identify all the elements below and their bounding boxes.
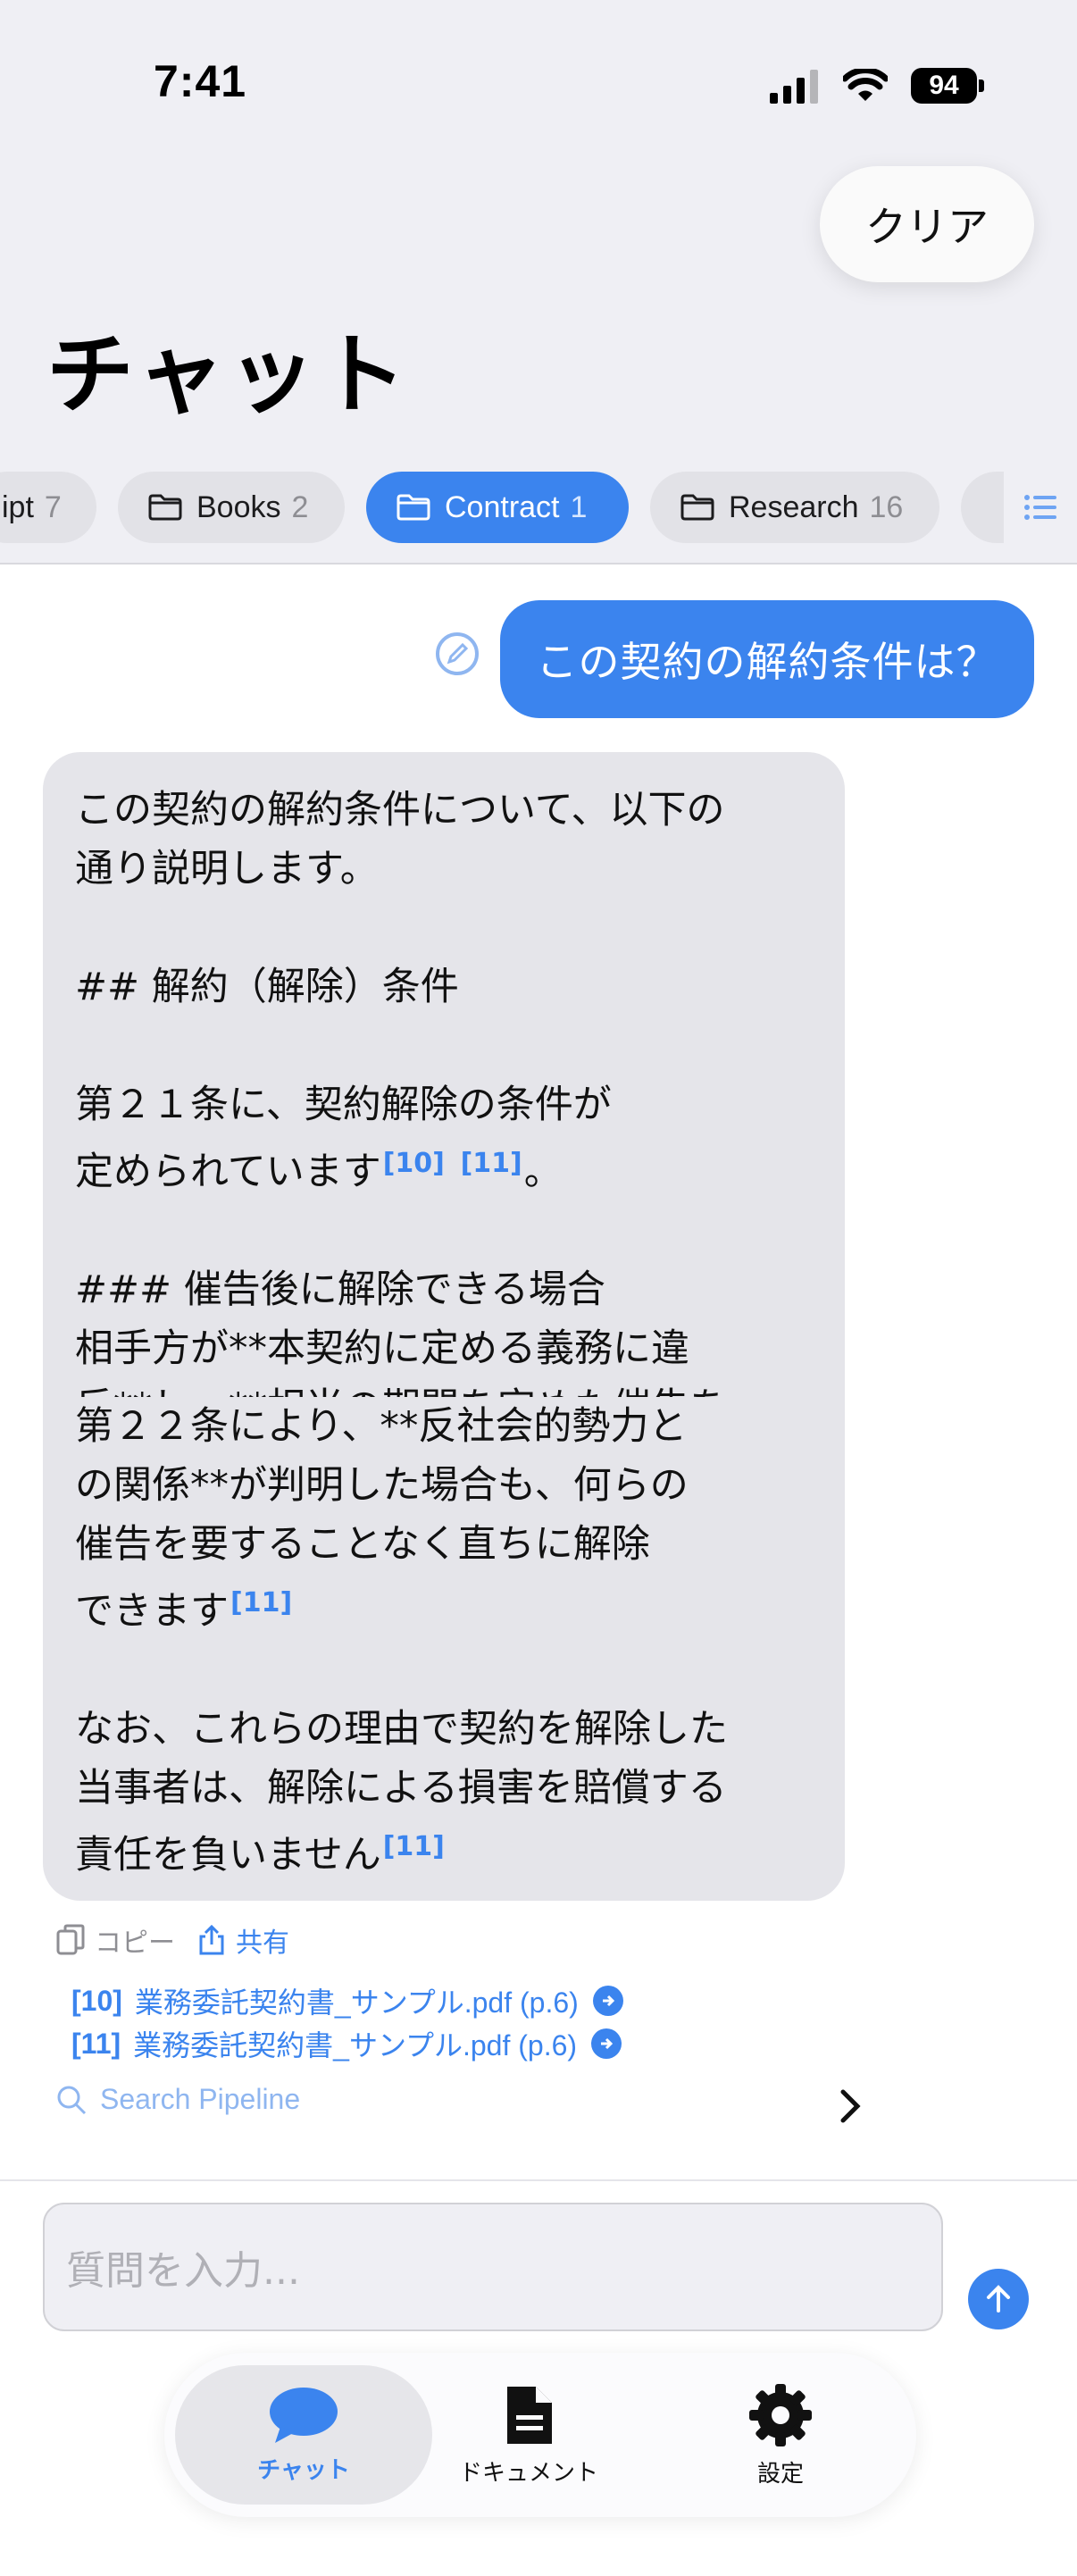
folder-chip-count: 7 bbox=[44, 489, 62, 524]
assistant-message-text-top: この契約の解約条件について、以下の 通り説明します。 ## 解約（解除）条件 第… bbox=[75, 781, 825, 1397]
send-button[interactable] bbox=[968, 2269, 1029, 2329]
tab-label: ドキュメント bbox=[458, 2459, 598, 2487]
edit-message-icon[interactable] bbox=[434, 631, 480, 677]
copy-icon bbox=[56, 1924, 85, 1955]
folder-chip-count: 2 bbox=[291, 489, 309, 524]
chat-bubble-icon bbox=[270, 2387, 338, 2443]
arrow-right-circle-icon bbox=[591, 2028, 622, 2059]
search-pipeline-toggle[interactable]: Search Pipeline bbox=[55, 2083, 300, 2116]
source-label: 業務委託契約書_サンプル.pdf (p.6) bbox=[133, 2029, 578, 2062]
battery-icon: 94 bbox=[911, 68, 977, 104]
status-time: 7:41 bbox=[154, 56, 247, 106]
folder-icon bbox=[680, 494, 714, 521]
folder-chip-contract[interactable]: Contract 1 bbox=[366, 472, 629, 543]
folder-list-button[interactable] bbox=[1004, 472, 1077, 543]
source-number: [11] bbox=[71, 2027, 121, 2060]
status-indicators: 94 bbox=[770, 64, 984, 107]
share-label: 共有 bbox=[236, 1928, 289, 1959]
source-number: [10] bbox=[71, 1984, 122, 2017]
folder-chip-count: 16 bbox=[869, 489, 904, 524]
folder-chip-count: 1 bbox=[570, 489, 588, 524]
share-button[interactable]: 共有 bbox=[196, 1920, 289, 1960]
source-link[interactable]: [10] 業務委託契約書_サンプル.pdf (p.6) bbox=[71, 1979, 623, 2022]
folder-chip-research[interactable]: Research 16 bbox=[650, 472, 939, 543]
source-list: [10] 業務委託契約書_サンプル.pdf (p.6) [11] 業務委託契約書… bbox=[71, 1979, 623, 2065]
tab-label: チャット bbox=[257, 2456, 350, 2484]
folder-chip-label: ipt bbox=[2, 489, 34, 524]
tab-settings[interactable]: 設定 bbox=[666, 2365, 895, 2505]
message-actions: コピー 共有 bbox=[55, 1920, 289, 1960]
page-title: チャット bbox=[46, 324, 411, 426]
citation-link[interactable]: [11] bbox=[230, 1587, 292, 1618]
copy-label: コピー bbox=[95, 1928, 175, 1959]
citation-link[interactable]: [11] bbox=[461, 1148, 522, 1179]
folder-icon bbox=[397, 494, 430, 521]
source-link[interactable]: [11] 業務委託契約書_サンプル.pdf (p.6) bbox=[71, 2022, 623, 2065]
question-input[interactable]: 質問を入力... bbox=[43, 2203, 943, 2331]
copy-button[interactable]: コピー bbox=[55, 1920, 175, 1960]
citation-link[interactable]: [10] bbox=[383, 1148, 445, 1179]
folder-icon bbox=[148, 494, 182, 521]
arrow-right-circle-icon bbox=[592, 1986, 623, 2016]
tab-label: 設定 bbox=[756, 2460, 804, 2488]
document-icon bbox=[507, 2386, 552, 2444]
share-icon bbox=[199, 1924, 224, 1955]
tab-documents[interactable]: ドキュメント bbox=[414, 2365, 643, 2505]
folder-filter-strip[interactable]: ipt 7 Books 2 Contract 1 Research 16 bbox=[0, 472, 1077, 543]
folder-chip-label: Contract bbox=[445, 489, 560, 524]
tab-chat[interactable]: チャット bbox=[175, 2365, 432, 2505]
source-label: 業務委託契約書_サンプル.pdf (p.6) bbox=[134, 1986, 579, 2019]
folder-chip-label: Research bbox=[729, 489, 859, 524]
assistant-message-text-bottom: 第２２条により、**反社会的勢力と の関係**が判明した場合も、何らの 催告を要… bbox=[75, 1397, 825, 1885]
clear-button[interactable]: クリア bbox=[820, 166, 1034, 282]
user-message-bubble: この契約の解約条件は？ bbox=[500, 600, 1034, 718]
gear-icon bbox=[749, 2383, 812, 2446]
folder-chip-books[interactable]: Books 2 bbox=[118, 472, 345, 543]
search-icon bbox=[57, 2086, 87, 2114]
folder-chip-label: Books bbox=[196, 489, 281, 524]
assistant-text-segment: この契約の解約条件について、以下の 通り説明します。 ## 解約（解除）条件 第… bbox=[75, 788, 725, 1194]
battery-tip bbox=[979, 79, 984, 92]
arrow-up-icon bbox=[987, 2285, 1010, 2313]
wifi-icon bbox=[843, 69, 888, 101]
citation-link[interactable]: [11] bbox=[383, 1831, 445, 1862]
pipeline-label: Search Pipeline bbox=[100, 2083, 301, 2115]
folder-chip-script[interactable]: ipt 7 bbox=[0, 472, 96, 543]
chevron-right-icon[interactable] bbox=[834, 2087, 866, 2126]
tab-bar: チャット ドキュメント 設定 bbox=[164, 2353, 916, 2517]
list-icon bbox=[1024, 495, 1056, 520]
cellular-signal-icon bbox=[770, 68, 818, 104]
assistant-text-segment: 第２２条により、**反社会的勢力と の関係**が判明した場合も、何らの 催告を要… bbox=[75, 1404, 689, 1634]
